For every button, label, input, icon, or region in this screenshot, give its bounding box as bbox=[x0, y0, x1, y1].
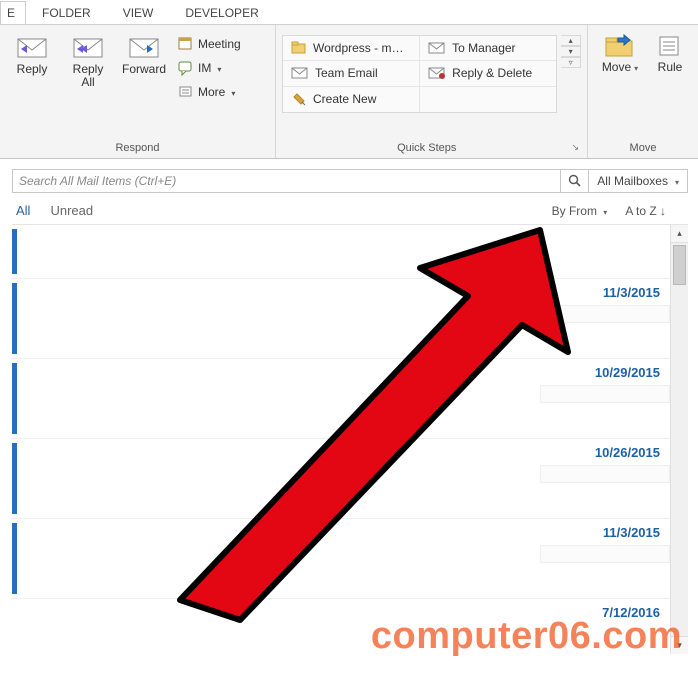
folder-move-icon bbox=[291, 40, 307, 56]
chevron-down-icon bbox=[631, 60, 638, 74]
tab-folder[interactable]: FOLDER bbox=[26, 2, 107, 24]
message-preview-bar bbox=[540, 465, 670, 483]
message-item[interactable]: 10/29/2015 bbox=[12, 359, 670, 439]
sort-by-dropdown[interactable]: By From bbox=[552, 204, 608, 218]
rules-button[interactable]: Rule bbox=[650, 29, 690, 74]
ribbon: Reply Reply All Forward Meeting IM bbox=[0, 24, 698, 159]
message-date: 11/3/2015 bbox=[603, 525, 660, 540]
reply-delete-icon bbox=[428, 66, 446, 80]
tab-view[interactable]: VIEW bbox=[107, 2, 170, 24]
content-area: Search All Mail Items (Ctrl+E) All Mailb… bbox=[0, 169, 698, 654]
forward-button[interactable]: Forward bbox=[118, 29, 170, 76]
message-preview-bar bbox=[540, 385, 670, 403]
message-date: 10/29/2015 bbox=[595, 365, 660, 380]
create-new-icon bbox=[291, 91, 307, 107]
more-icon bbox=[178, 84, 194, 100]
more-button[interactable]: More bbox=[174, 81, 266, 103]
filter-all[interactable]: All bbox=[16, 203, 30, 218]
quicksteps-launcher-icon[interactable]: ↘ bbox=[571, 142, 581, 153]
message-item[interactable]: 11/3/2015 bbox=[12, 519, 670, 599]
message-item[interactable] bbox=[12, 225, 670, 279]
unread-indicator bbox=[12, 229, 17, 274]
message-date: 11/3/2015 bbox=[603, 285, 660, 300]
tab-strip: E FOLDER VIEW DEVELOPER bbox=[0, 0, 698, 24]
quicksteps-gallery: Wordpress - m… To Manager Team Email Rep… bbox=[282, 35, 557, 113]
quickstep-wordpress[interactable]: Wordpress - m… bbox=[283, 36, 420, 61]
group-label-respond: Respond bbox=[6, 142, 269, 156]
reply-icon bbox=[15, 33, 49, 61]
quicksteps-scroll-up[interactable]: ▴ bbox=[561, 35, 581, 46]
unread-indicator bbox=[12, 523, 17, 594]
group-label-move: Move bbox=[594, 142, 692, 156]
ribbon-group-move: Move Rule Move bbox=[588, 25, 698, 158]
message-item[interactable]: 10/26/2015 bbox=[12, 439, 670, 519]
group-label-quicksteps: Quick Steps ↘ bbox=[282, 142, 581, 156]
message-item[interactable]: 11/3/2015 bbox=[12, 279, 670, 359]
im-icon bbox=[178, 60, 194, 76]
meeting-button[interactable]: Meeting bbox=[174, 33, 266, 55]
filter-unread[interactable]: Unread bbox=[50, 203, 93, 218]
quickstep-empty bbox=[420, 87, 556, 112]
rules-icon bbox=[658, 33, 682, 59]
reply-all-icon bbox=[71, 33, 105, 61]
team-email-icon bbox=[291, 66, 309, 80]
search-button[interactable] bbox=[561, 169, 589, 193]
chevron-down-icon bbox=[215, 61, 221, 75]
quickstep-create-new[interactable]: Create New bbox=[283, 87, 420, 112]
scrollbar[interactable]: ▴ ▾ bbox=[670, 225, 688, 654]
quicksteps-scroll-down[interactable]: ▾ bbox=[561, 46, 581, 57]
ribbon-group-respond: Reply Reply All Forward Meeting IM bbox=[0, 25, 276, 158]
quickstep-to-manager[interactable]: To Manager bbox=[420, 36, 556, 61]
tab-home-partial[interactable]: E bbox=[0, 1, 26, 24]
search-input[interactable]: Search All Mail Items (Ctrl+E) bbox=[12, 169, 561, 193]
scroll-thumb[interactable] bbox=[673, 245, 686, 285]
chevron-down-icon bbox=[229, 85, 235, 99]
forward-icon bbox=[127, 33, 161, 61]
meeting-icon bbox=[178, 36, 194, 52]
quickstep-reply-delete[interactable]: Reply & Delete bbox=[420, 61, 556, 86]
scroll-up-button[interactable]: ▴ bbox=[671, 225, 688, 243]
chevron-down-icon bbox=[600, 204, 607, 218]
quicksteps-expand[interactable]: ▿ bbox=[561, 57, 581, 68]
quickstep-team-email[interactable]: Team Email bbox=[283, 61, 420, 86]
im-button[interactable]: IM bbox=[174, 57, 266, 79]
watermark: computer06.com bbox=[371, 615, 682, 658]
message-list: ▴ ▾ 11/3/2015 10/29/2015 10/26/2015 11/3… bbox=[12, 224, 688, 654]
chevron-down-icon bbox=[672, 174, 679, 188]
message-preview-bar bbox=[540, 545, 670, 563]
search-scope-dropdown[interactable]: All Mailboxes bbox=[589, 169, 688, 193]
move-folder-icon bbox=[604, 33, 636, 59]
reply-button[interactable]: Reply bbox=[6, 29, 58, 76]
move-button[interactable]: Move bbox=[594, 29, 646, 75]
unread-indicator bbox=[12, 363, 17, 434]
search-icon bbox=[568, 174, 582, 188]
sort-order-toggle[interactable]: A to Z ↓ bbox=[625, 204, 666, 218]
to-manager-icon bbox=[428, 41, 446, 55]
tab-developer[interactable]: DEVELOPER bbox=[169, 2, 274, 24]
unread-indicator bbox=[12, 283, 17, 354]
message-preview-bar bbox=[540, 305, 670, 323]
message-date: 10/26/2015 bbox=[595, 445, 660, 460]
unread-indicator bbox=[12, 443, 17, 514]
reply-all-button[interactable]: Reply All bbox=[62, 29, 114, 89]
ribbon-group-quicksteps: Wordpress - m… To Manager Team Email Rep… bbox=[276, 25, 588, 158]
